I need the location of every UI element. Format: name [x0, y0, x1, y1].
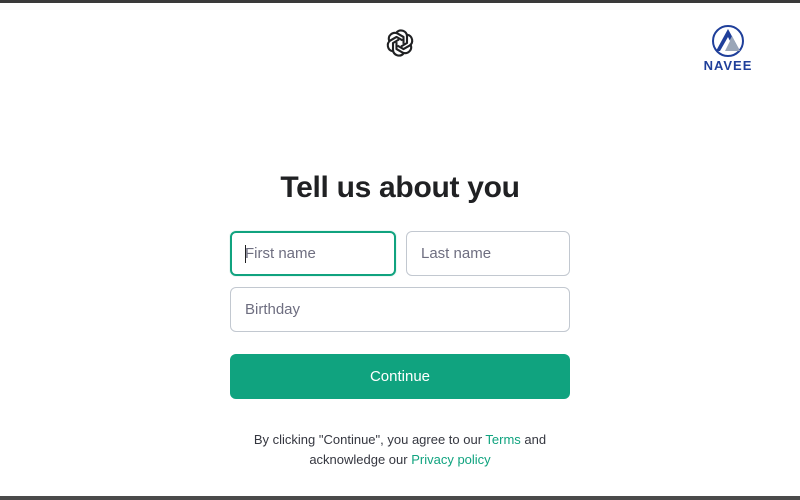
- legal-notice: By clicking "Continue", you agree to our…: [200, 430, 600, 470]
- signup-page: NAVEE Tell us about you Continue By clic…: [0, 0, 800, 500]
- continue-button[interactable]: Continue: [230, 354, 570, 399]
- legal-prefix: By clicking "Continue", you agree to our: [253, 432, 486, 447]
- navee-logo-icon: [712, 25, 744, 57]
- birthday-field[interactable]: [230, 287, 570, 332]
- navee-watermark: NAVEE: [690, 24, 766, 78]
- top-border: [0, 0, 800, 3]
- last-name-field[interactable]: [406, 231, 570, 276]
- navee-text: NAVEE: [703, 58, 753, 73]
- text-caret: [245, 245, 246, 263]
- legal-line2-prefix: acknowledge our: [309, 452, 412, 467]
- openai-logo-icon: [386, 29, 414, 57]
- bottom-border: [0, 496, 800, 500]
- privacy-policy-link[interactable]: Privacy policy: [411, 452, 490, 467]
- terms-link[interactable]: Terms: [485, 432, 520, 447]
- page-title: Tell us about you: [280, 171, 520, 204]
- first-name-field[interactable]: [230, 231, 396, 276]
- legal-middle: and: [520, 432, 547, 447]
